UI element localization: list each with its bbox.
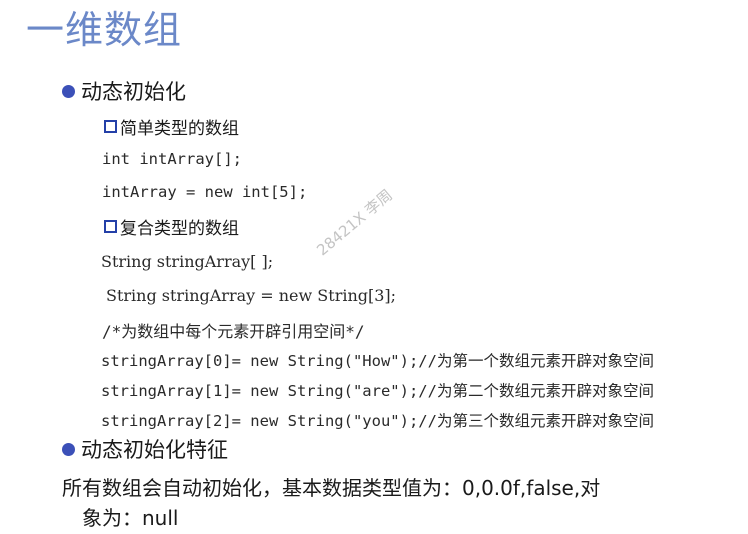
bullet-dynamic-init-features-label: 动态初始化特征 [81,438,228,462]
bullet-dot-icon [62,442,75,456]
square-bullet-icon [104,120,117,133]
bullet-dynamic-init: 动态初始化 [62,76,186,106]
code-line-alloc-string-array: String stringArray = new String[3]; [106,286,397,305]
slide-title: 一维数组 [26,8,183,52]
bullet-dot-icon [62,84,75,98]
paragraph-line-2: 象为：null [82,506,179,530]
square-bullet-icon [104,220,117,233]
subsection-composite-types-label: 复合类型的数组 [120,219,239,239]
code-line-declare-string-array: String stringArray[ ]; [101,252,274,271]
code-line-declare-int-array: int intArray[]; [102,150,242,168]
code-line-assign-element-1: stringArray[1]= new String("are");//为第二个… [101,382,654,400]
subsection-composite-types: 复合类型的数组 [104,214,239,239]
code-line-comment: /*为数组中每个元素开辟引用空间*/ [102,322,365,341]
subsection-simple-types: 简单类型的数组 [104,114,239,139]
code-line-alloc-int-array: intArray = new int[5]; [102,183,308,201]
subsection-simple-types-label: 简单类型的数组 [120,119,239,139]
code-line-assign-element-0: stringArray[0]= new String("How");//为第一个… [101,352,654,370]
bullet-dynamic-init-label: 动态初始化 [81,80,186,104]
bullet-dynamic-init-features: 动态初始化特征 [62,434,228,464]
code-line-assign-element-2: stringArray[2]= new String("you");//为第三个… [101,412,654,430]
watermark: 28421X 李周 [313,185,396,260]
paragraph-line-1: 所有数组会自动初始化，基本数据类型值为：0,0.0f,false,对 [62,476,601,500]
